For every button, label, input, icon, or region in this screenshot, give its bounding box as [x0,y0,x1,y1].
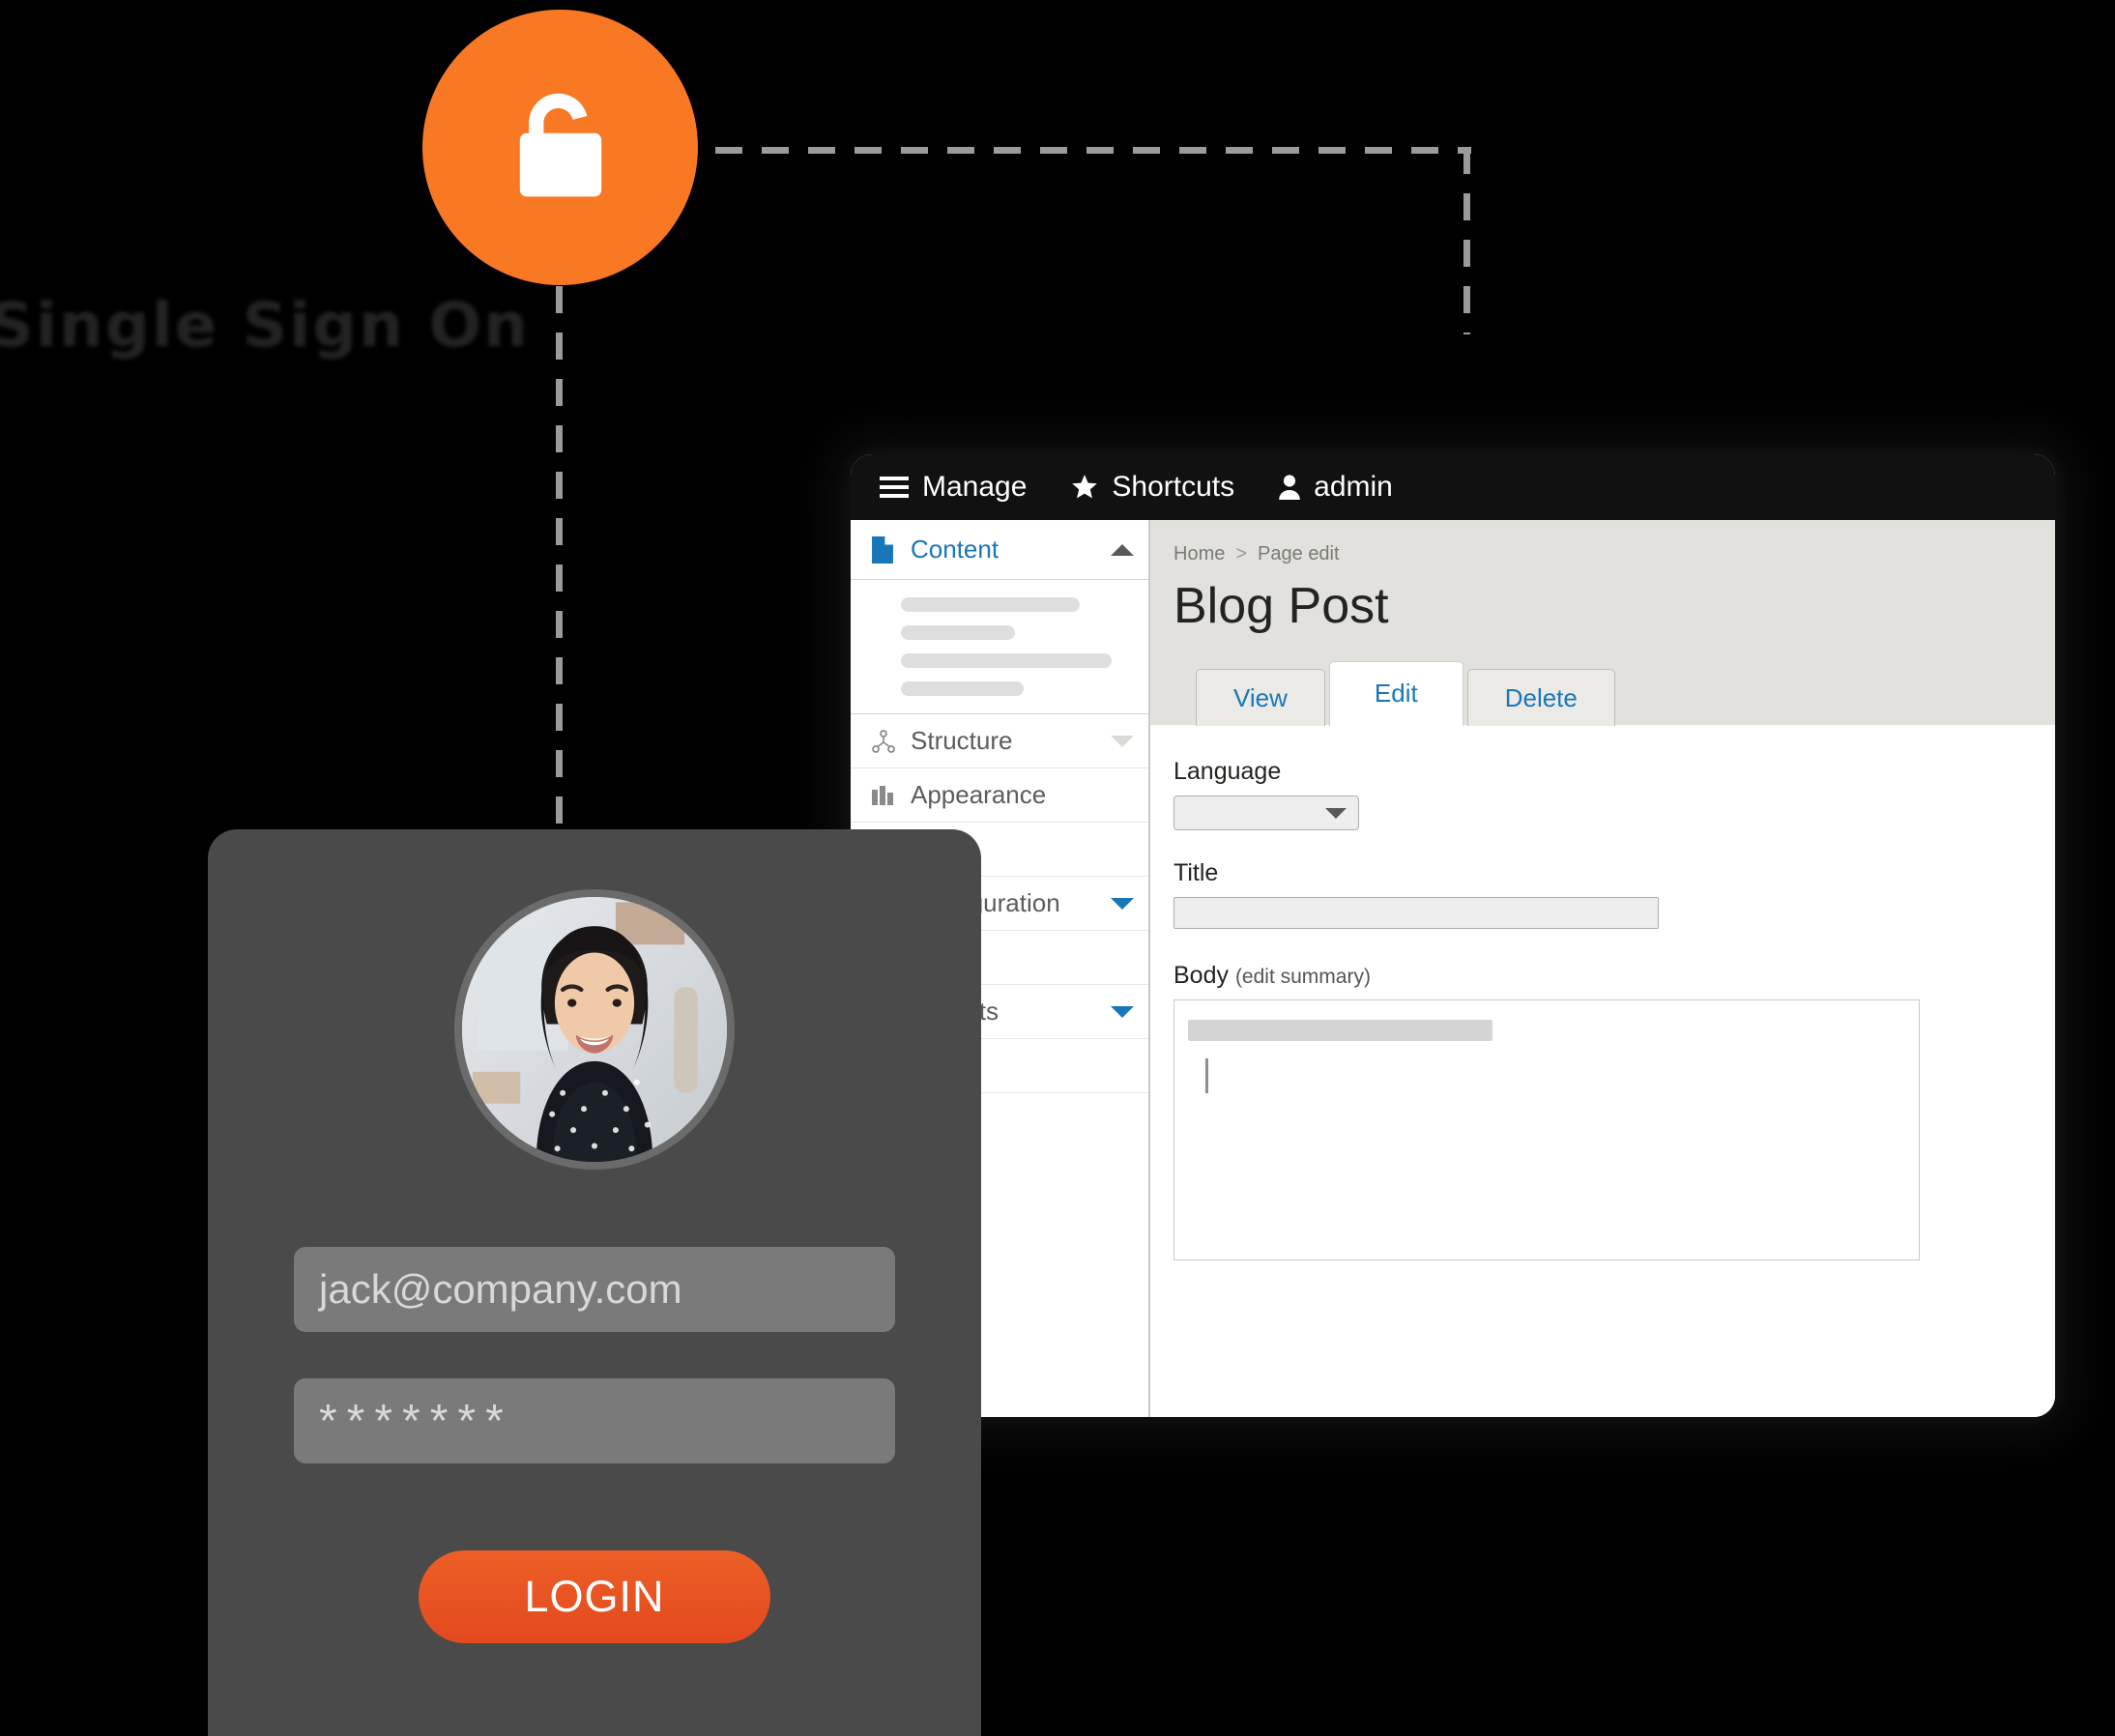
skeleton-bar [901,625,1015,640]
sidebar-item-structure[interactable]: Structure [851,714,1148,768]
hamburger-menu-icon [880,476,909,499]
title-input[interactable] [1173,897,1659,929]
toolbar-item-label: admin [1314,471,1393,503]
toolbar-item-label: Shortcuts [1112,471,1235,503]
person-icon [1279,475,1300,500]
toolbar-item-label: Manage [922,471,1028,503]
sidebar-item-label: Structure [911,726,1013,755]
page-title: Blog Post [1173,578,1389,634]
email-field[interactable]: jack@company.com [294,1247,895,1332]
breadcrumb-home[interactable]: Home [1173,543,1225,565]
chevron-up-icon[interactable] [1102,543,1135,557]
breadcrumb-current: Page edit [1258,543,1340,564]
body-label-text: Body [1173,962,1229,989]
connector-line-down-to-login [556,286,563,832]
body-placeholder-bar [1188,1020,1492,1041]
text-caret [1205,1058,1208,1093]
sidebar-content-skeleton [851,580,1148,714]
body-textarea[interactable] [1173,999,1920,1260]
tab-delete[interactable]: Delete [1466,669,1615,726]
body-label-suffix: (edit summary) [1234,966,1371,988]
sso-label: Single Sign On [0,290,530,361]
login-button[interactable]: LOGIN [419,1550,770,1643]
sidebar-item-label: Content [911,535,1000,564]
toolbar-item-shortcuts[interactable]: Shortcuts [1071,471,1234,504]
toolbar-item-manage[interactable]: Manage [880,471,1027,504]
breadcrumb-separator: > [1235,543,1248,564]
sidebar-item-appearance[interactable]: Appearance [851,768,1148,823]
connector-line-horizontal [715,147,1471,154]
skeleton-bar [901,653,1112,668]
skeleton-bar [901,597,1080,612]
tab-bar: View Edit Delete [1173,660,2055,726]
language-select[interactable] [1173,796,1359,830]
sidebar-item-content[interactable]: Content [851,520,1148,580]
appearance-icon [872,785,911,805]
connector-line-right-down [1463,147,1470,334]
cms-browser-window: Manage Shortcuts admin Content Structure… [851,454,2055,1417]
star-icon [1071,474,1098,501]
language-label: Language [1173,758,1282,785]
avatar [454,889,735,1170]
skeleton-bar [901,681,1024,696]
unlocked-padlock-icon [488,75,633,220]
body-label: Body (edit summary) [1173,962,2055,990]
document-icon [872,535,911,564]
structure-tree-icon [872,729,911,753]
chevron-down-icon[interactable] [1102,1005,1135,1019]
login-card: jack@company.com ******* LOGIN [208,829,981,1736]
main-content: Home > Page edit Blog Post View Edit Del… [1150,520,2055,1417]
sso-lock-badge [422,10,698,285]
sidebar-item-label: Appearance [911,780,1047,809]
breadcrumb: Home > Page edit [1173,543,2055,565]
chevron-down-icon[interactable] [1102,735,1135,748]
password-field[interactable]: ******* [294,1378,895,1463]
title-label: Title [1173,859,1219,886]
toolbar-item-admin[interactable]: admin [1279,471,1393,504]
tab-edit[interactable]: Edit [1328,661,1463,726]
tab-view[interactable]: View [1196,669,1325,726]
admin-toolbar: Manage Shortcuts admin [851,454,2055,520]
scene-root: Single Sign On Manage Shortcuts admin Co… [0,0,2115,1736]
page-header: Home > Page edit Blog Post View Edit Del… [1150,520,2055,726]
chevron-down-icon[interactable] [1102,897,1135,911]
chevron-down-icon [1324,807,1347,820]
edit-form: Language Title Body (edit summary) [1150,725,2055,1417]
